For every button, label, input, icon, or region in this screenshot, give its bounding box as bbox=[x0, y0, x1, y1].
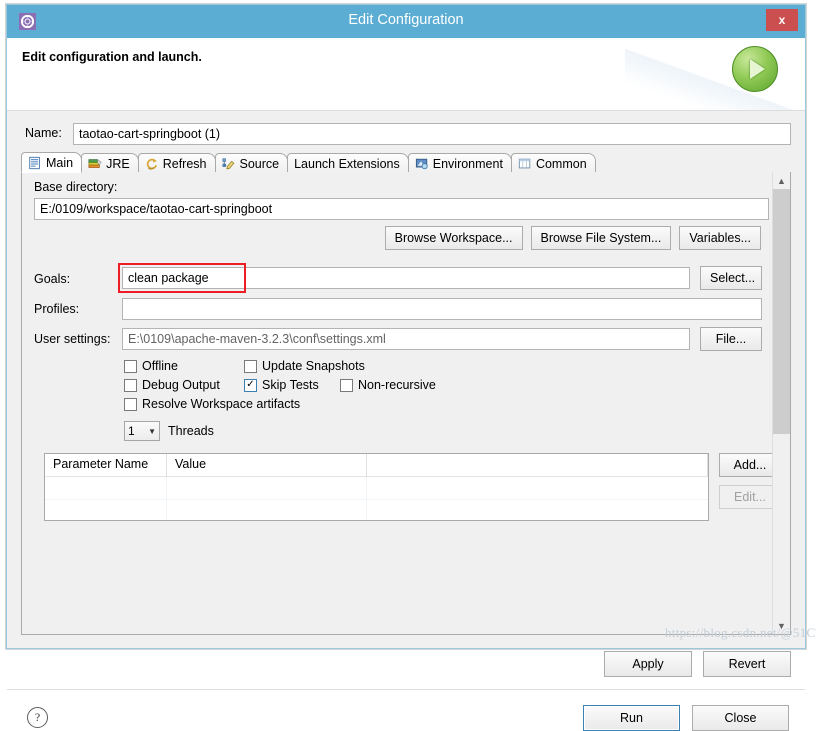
edit-configuration-dialog: Edit Configuration x Edit configuration … bbox=[6, 4, 806, 649]
tab-launch-extensions-label: Launch Extensions bbox=[294, 157, 400, 171]
play-triangle bbox=[750, 59, 765, 79]
main-tab-panel: Base directory: Browse Workspace... Brow… bbox=[21, 172, 791, 635]
checkbox-update-snapshots-label: Update Snapshots bbox=[262, 359, 365, 373]
profiles-input[interactable] bbox=[122, 298, 762, 320]
scroll-down-icon[interactable]: ▼ bbox=[773, 617, 790, 634]
apply-revert-buttons: Apply Revert bbox=[604, 651, 791, 677]
column-header-parameter-name: Parameter Name bbox=[45, 454, 167, 476]
checkbox-debug-output-box bbox=[124, 379, 137, 392]
panel-scrollbar[interactable]: ▲ ▼ bbox=[772, 172, 790, 634]
checkbox-offline-box bbox=[124, 360, 137, 373]
header-title: Edit configuration and launch. bbox=[22, 50, 202, 64]
browse-workspace-button[interactable]: Browse Workspace... bbox=[385, 226, 523, 250]
user-settings-file-button[interactable]: File... bbox=[700, 327, 762, 351]
environment-icon bbox=[415, 157, 429, 171]
close-dialog-button[interactable]: Close bbox=[692, 705, 789, 731]
scroll-up-icon[interactable]: ▲ bbox=[773, 172, 790, 189]
name-row: Name: bbox=[21, 123, 791, 145]
tab-main[interactable]: Main bbox=[21, 152, 82, 173]
chevron-down-icon: ▼ bbox=[148, 427, 156, 436]
checkbox-offline[interactable]: Offline bbox=[124, 359, 178, 373]
column-header-value: Value bbox=[167, 454, 367, 476]
cell-parameter-name bbox=[45, 477, 167, 499]
threads-value: 1 bbox=[128, 424, 135, 438]
refresh-arrows-icon bbox=[145, 157, 159, 171]
goals-field-wrapper bbox=[122, 267, 690, 289]
cell-extra bbox=[367, 500, 708, 521]
cell-value bbox=[167, 500, 367, 521]
scrollbar-thumb[interactable] bbox=[773, 189, 790, 434]
checkbox-skip-tests-label: Skip Tests bbox=[262, 378, 319, 392]
variables-button[interactable]: Variables... bbox=[679, 226, 761, 250]
threads-dropdown[interactable]: 1 ▼ bbox=[124, 421, 160, 441]
threads-row: 1 ▼ Threads bbox=[124, 421, 214, 441]
user-settings-input[interactable] bbox=[122, 328, 690, 350]
tab-refresh-label: Refresh bbox=[163, 157, 207, 171]
checkbox-non-recursive-box bbox=[340, 379, 353, 392]
base-directory-label: Base directory: bbox=[34, 180, 117, 194]
tab-jre[interactable]: JRE bbox=[81, 153, 139, 173]
user-settings-label: User settings: bbox=[34, 332, 110, 346]
source-edit-icon bbox=[222, 157, 236, 171]
tab-main-label: Main bbox=[46, 156, 73, 170]
parameter-table-area: Parameter Name Value bbox=[44, 453, 761, 521]
tab-common[interactable]: Common bbox=[511, 153, 596, 173]
dialog-header: Edit configuration and launch. bbox=[7, 38, 805, 110]
column-header-extra bbox=[367, 454, 708, 476]
tab-common-label: Common bbox=[536, 157, 587, 171]
help-question-icon[interactable]: ? bbox=[27, 707, 48, 728]
footer-buttons: Run Close bbox=[583, 705, 789, 731]
window-title: Edit Configuration bbox=[7, 12, 805, 28]
goals-select-button[interactable]: Select... bbox=[700, 266, 762, 290]
cell-parameter-name bbox=[45, 500, 167, 521]
jre-books-icon bbox=[88, 157, 102, 171]
apply-button[interactable]: Apply bbox=[604, 651, 692, 677]
checkbox-debug-output[interactable]: Debug Output bbox=[124, 378, 220, 392]
browse-file-system-button[interactable]: Browse File System... bbox=[531, 226, 672, 250]
dialog-body: Name: Main bbox=[7, 110, 805, 648]
goals-label: Goals: bbox=[34, 272, 70, 286]
tab-refresh[interactable]: Refresh bbox=[138, 153, 216, 173]
goals-input[interactable] bbox=[122, 267, 690, 289]
checkbox-skip-tests[interactable]: ✓ Skip Tests bbox=[244, 378, 319, 392]
run-button[interactable]: Run bbox=[583, 705, 680, 731]
checkbox-update-snapshots-box bbox=[244, 360, 257, 373]
base-directory-input[interactable] bbox=[34, 198, 769, 220]
name-label: Name: bbox=[25, 126, 62, 140]
threads-label: Threads bbox=[168, 424, 214, 438]
cell-value bbox=[167, 477, 367, 499]
tab-environment-label: Environment bbox=[433, 157, 503, 171]
table-row[interactable] bbox=[45, 477, 708, 500]
common-table-icon bbox=[518, 157, 532, 171]
parameter-table[interactable]: Parameter Name Value bbox=[44, 453, 709, 521]
checkbox-resolve-workspace-artifacts-label: Resolve Workspace artifacts bbox=[142, 397, 300, 411]
checkbox-non-recursive-label: Non-recursive bbox=[358, 378, 436, 392]
checkbox-resolve-workspace-artifacts-box bbox=[124, 398, 137, 411]
cell-extra bbox=[367, 477, 708, 499]
table-row[interactable] bbox=[45, 500, 708, 521]
checkbox-offline-label: Offline bbox=[142, 359, 178, 373]
base-directory-buttons: Browse Workspace... Browse File System..… bbox=[385, 226, 761, 250]
main-tab-content: Base directory: Browse Workspace... Brow… bbox=[22, 172, 773, 634]
checkbox-non-recursive[interactable]: Non-recursive bbox=[340, 378, 436, 392]
parameter-table-header: Parameter Name Value bbox=[45, 454, 708, 477]
tab-launch-extensions[interactable]: Launch Extensions bbox=[287, 153, 409, 173]
tab-environment[interactable]: Environment bbox=[408, 153, 512, 173]
run-play-icon bbox=[732, 46, 778, 92]
checkbox-debug-output-label: Debug Output bbox=[142, 378, 220, 392]
main-document-icon bbox=[28, 156, 42, 170]
revert-button[interactable]: Revert bbox=[703, 651, 791, 677]
checkbox-skip-tests-box: ✓ bbox=[244, 379, 257, 392]
tab-source-label: Source bbox=[240, 157, 280, 171]
checkbox-resolve-workspace-artifacts[interactable]: Resolve Workspace artifacts bbox=[124, 397, 300, 411]
close-button[interactable]: x bbox=[766, 9, 798, 31]
tab-strip: Main JRE Refresh bbox=[21, 152, 791, 174]
footer-separator bbox=[7, 689, 805, 690]
profiles-label: Profiles: bbox=[34, 302, 79, 316]
configuration-name-input[interactable] bbox=[73, 123, 791, 145]
tab-source[interactable]: Source bbox=[215, 153, 289, 173]
checkbox-update-snapshots[interactable]: Update Snapshots bbox=[244, 359, 365, 373]
title-bar: Edit Configuration x bbox=[7, 5, 805, 38]
tab-jre-label: JRE bbox=[106, 157, 130, 171]
